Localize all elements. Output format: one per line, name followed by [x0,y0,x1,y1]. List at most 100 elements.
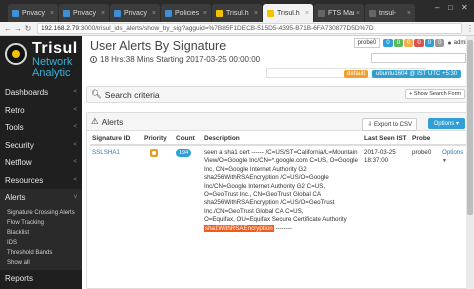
sidebar-item-resources[interactable]: Resources < [0,172,82,190]
description-line: O=Equifax, OU=Equifax Secure Certificate… [204,216,347,224]
address-bar: ← → ↻ 192.168.2.79:3000/trisul_ids_alert… [0,22,474,36]
close-tab-icon[interactable]: × [101,10,105,17]
close-tab-icon[interactable]: × [203,10,207,17]
tab-favicon-icon [216,9,223,17]
chevron-down-icon[interactable]: ▼ [442,157,466,165]
options-button[interactable]: Options ▾ [427,118,465,129]
last-seen-cell: 2017-03-25 18:37:00 [362,145,410,233]
button-label: Options [433,121,455,127]
table-header-row: Signature ID Priority Count Description … [90,133,468,146]
close-tab-icon[interactable]: × [407,10,411,17]
close-window-icon[interactable]: ✕ [461,3,468,12]
description-cell: seen a sha1 cert ------ /C=US/ST=Califor… [202,145,362,233]
status-badge[interactable]: 0 [393,39,404,47]
url-path: :3000/trisul_ids_alerts/show_by_sig?aggu… [78,25,374,32]
chevron-left-icon: < [73,106,77,113]
show-search-form-button[interactable]: + Show Search Form [405,89,465,99]
browser-menu-icon[interactable]: ⋮ [466,24,474,33]
tab-label: Trisul.h [226,9,249,17]
row-options-cell: Options ▼ [440,145,468,233]
sidebar-nav: Dashboards < Retro < Tools < Security < Netflow <… [0,84,82,287]
alerts-icon: ⚠︎ [91,116,99,126]
subnav-item[interactable]: Blacklist [0,228,82,238]
maximize-icon[interactable]: □ [448,3,453,12]
status-badge[interactable]: 0 [404,39,414,47]
count-cell: 194 [174,145,202,233]
search-criteria-panel: 🔍︎ Search criteria + Show Search Form [86,86,470,103]
browser-tab[interactable]: Privacy × [8,4,58,22]
browser-tab[interactable]: trisul- × [365,4,415,22]
browser-tab[interactable]: Trisul.h × [263,4,313,22]
page-subtitle: 18 Hrs:38 Mins Starting 2017-03-25 00:00… [90,55,260,64]
back-icon[interactable]: ← [3,24,13,33]
subnav-item[interactable]: Flow Tracking [0,218,82,228]
forward-icon[interactable]: → [13,24,23,33]
column-header[interactable]: Priority [142,133,174,146]
reload-icon[interactable]: ↻ [23,24,33,33]
sidebar-item-label: Alerts [5,193,26,202]
close-tab-icon[interactable]: × [305,10,309,17]
column-header[interactable]: Probe [410,133,440,146]
close-tab-icon[interactable]: × [152,10,156,17]
status-badge[interactable]: 0 [414,39,424,47]
tab-label: Privacy [73,9,96,17]
browser-tab[interactable]: FTS Mar × [314,4,364,22]
header-controls: probe0 000000 ● admin [353,38,470,48]
sidebar-item-retro[interactable]: Retro < [0,102,82,120]
close-tab-icon[interactable]: × [50,10,54,17]
status-badge[interactable]: 0 [383,39,393,47]
description-line: sha256WithRSAEncryption /C=US/O=Google [204,174,329,182]
column-header[interactable]: Description [202,133,362,146]
subnav-item[interactable]: Threshold Bands [0,248,82,258]
description-line: Inc, CN=Google Internet Authority G2 [204,165,307,173]
probe-select[interactable]: probe0 [353,38,381,48]
export-csv-button[interactable]: ⇩ Export to CSV [362,118,417,131]
url-input[interactable]: 192.168.2.79:3000/trisul_ids_alerts/show… [37,23,462,34]
subnav-item[interactable]: Show all [0,258,82,268]
browser-tab-bar: Privacy × Privacy × Privacy × Policies × Trisul.… [0,0,474,22]
subnav-item[interactable]: Signature Crossing Alerts [0,208,82,218]
scrollbar-thumb[interactable] [467,40,473,215]
sidebar-item-netflow[interactable]: Netflow < [0,154,82,172]
browser-tab[interactable]: Trisul.h × [212,4,262,22]
sidebar-item-reports[interactable]: Reports [0,270,82,288]
browser-tab[interactable]: Privacy × [110,4,160,22]
browser-tab[interactable]: Policies × [161,4,211,22]
brand[interactable]: Trisul Network Analytic [0,36,82,84]
tab-label: Trisul.h [277,9,300,17]
sidebar-item-tools[interactable]: Tools < [0,119,82,137]
minimize-icon[interactable]: – [435,3,439,12]
column-header[interactable]: Count [174,133,202,146]
sidebar-item-label: Netflow [5,158,32,167]
browser-tab[interactable]: Privacy × [59,4,109,22]
subnav-item[interactable]: IDS [0,238,82,248]
sidebar-item-label: Security [5,140,34,150]
server-badge: ubuntu1604 @ IST UTC +5:30 [372,70,462,78]
panel-title: Search criteria [104,89,160,100]
sidebar-item-alerts[interactable]: Alerts v [0,189,82,207]
tab-favicon-icon [165,9,172,17]
tab-label: FTS Mar [328,9,354,17]
column-header[interactable]: Signature ID [90,133,142,146]
signature-link[interactable]: SSLSHA1 [90,145,142,233]
sidebar-item-dashboards[interactable]: Dashboards < [0,84,82,102]
status-badge[interactable]: 0 [424,39,435,47]
sidebar-item-security[interactable]: Security < [0,137,82,155]
tab-favicon-icon [318,9,325,17]
search-input[interactable] [371,53,466,63]
status-badge[interactable]: 0 [435,39,445,47]
user-icon[interactable]: ● [447,40,451,47]
description-line: Inc./CN=GeoTrust Global CA C=US, [204,207,304,215]
search-icon: 🔍︎ [91,89,102,99]
tab-label: Policies [175,9,200,17]
close-tab-icon[interactable]: × [254,10,258,17]
tab-favicon-icon [267,9,274,17]
row-options-link[interactable]: Options [442,149,463,156]
main-content: User Alerts By Signature 18 Hrs:38 Mins … [82,36,474,289]
context-badge[interactable]: default [344,70,369,78]
probe-cell: probe0 [412,149,432,156]
column-header[interactable]: Last Seen IST [362,133,410,146]
close-tab-icon[interactable]: × [356,10,360,17]
sidebar-item-label: Retro [5,105,25,115]
description-line: View/O=Google Inc/CN=*.google.com C=US, … [204,157,358,165]
